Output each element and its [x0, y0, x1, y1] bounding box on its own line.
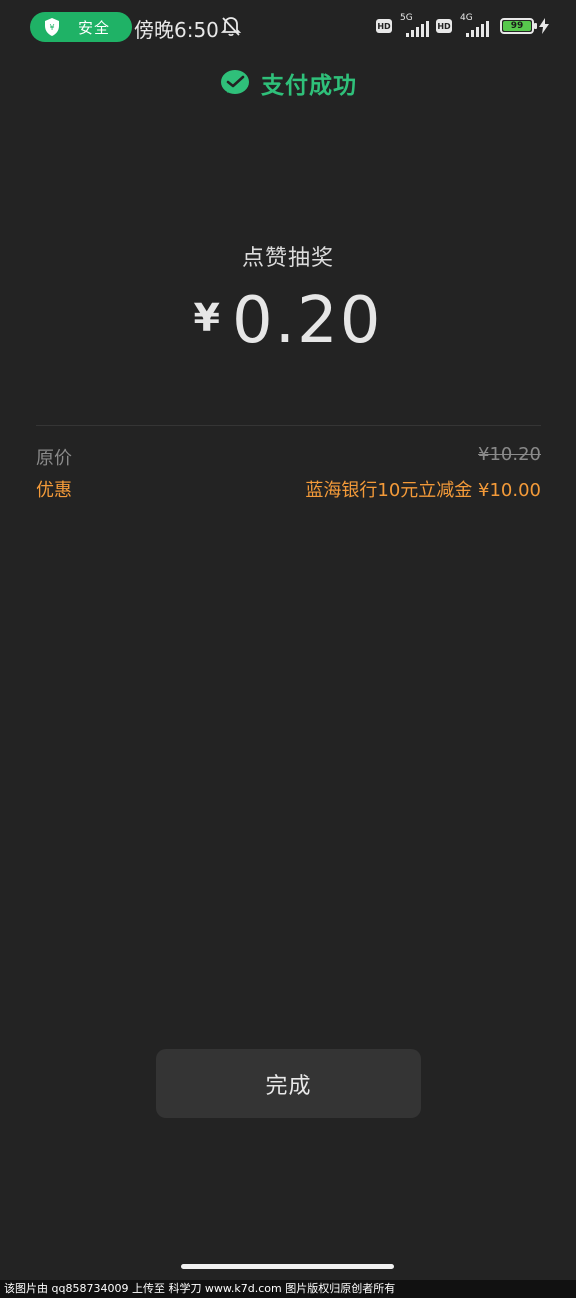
battery-icon: 99: [500, 18, 537, 34]
amount-value: 0.20: [231, 284, 383, 358]
watermark-caption: 该图片由 qq858734009 上传至 科学刀 www.k7d.com 图片版…: [0, 1280, 576, 1298]
merchant-name: 点赞抽奖: [241, 246, 334, 271]
payment-success-title: 支付成功: [261, 73, 357, 99]
safety-label: 安全: [78, 18, 111, 37]
signal-4g-icon: 4G: [456, 13, 492, 37]
charging-icon: [538, 18, 550, 34]
hd-icon: HD: [436, 19, 452, 33]
shield-icon: ¥: [40, 15, 64, 39]
divider: [36, 425, 541, 426]
svg-text:¥: ¥: [49, 23, 54, 32]
bell-off-icon: [220, 15, 242, 37]
signal-5g-icon: 5G: [396, 13, 432, 37]
battery-level: 99: [503, 21, 531, 31]
clock: 傍晚6:50: [134, 18, 219, 42]
discount-label: 优惠: [36, 480, 72, 501]
safety-badge[interactable]: ¥ 安全: [30, 12, 132, 42]
original-price-row: 原价 ¥10.20: [36, 444, 541, 470]
discount-description: 蓝海银行10元立减金 ¥10.00: [305, 480, 541, 501]
payment-success-screen: ¥ 安全 傍晚6:50 HD 5G HD 4G 99 支付成功 点赞抽奖 ¥ 0…: [0, 0, 576, 1298]
done-button[interactable]: 完成: [156, 1049, 421, 1118]
original-price-value: ¥10.20: [478, 444, 541, 465]
wechat-pay-check-icon: [219, 67, 251, 99]
hd-icon: HD: [376, 19, 392, 33]
currency-symbol: ¥: [193, 296, 220, 340]
payment-amount: ¥ 0.20: [0, 284, 576, 358]
discount-row: 优惠 蓝海银行10元立减金 ¥10.00: [36, 476, 541, 502]
original-price-label: 原价: [36, 448, 72, 469]
home-indicator[interactable]: [181, 1264, 394, 1269]
payment-status-header: 支付成功: [0, 66, 576, 100]
status-bar: ¥ 安全 傍晚6:50 HD 5G HD 4G 99: [0, 0, 576, 52]
status-icons: HD 5G HD 4G 99: [376, 13, 550, 38]
